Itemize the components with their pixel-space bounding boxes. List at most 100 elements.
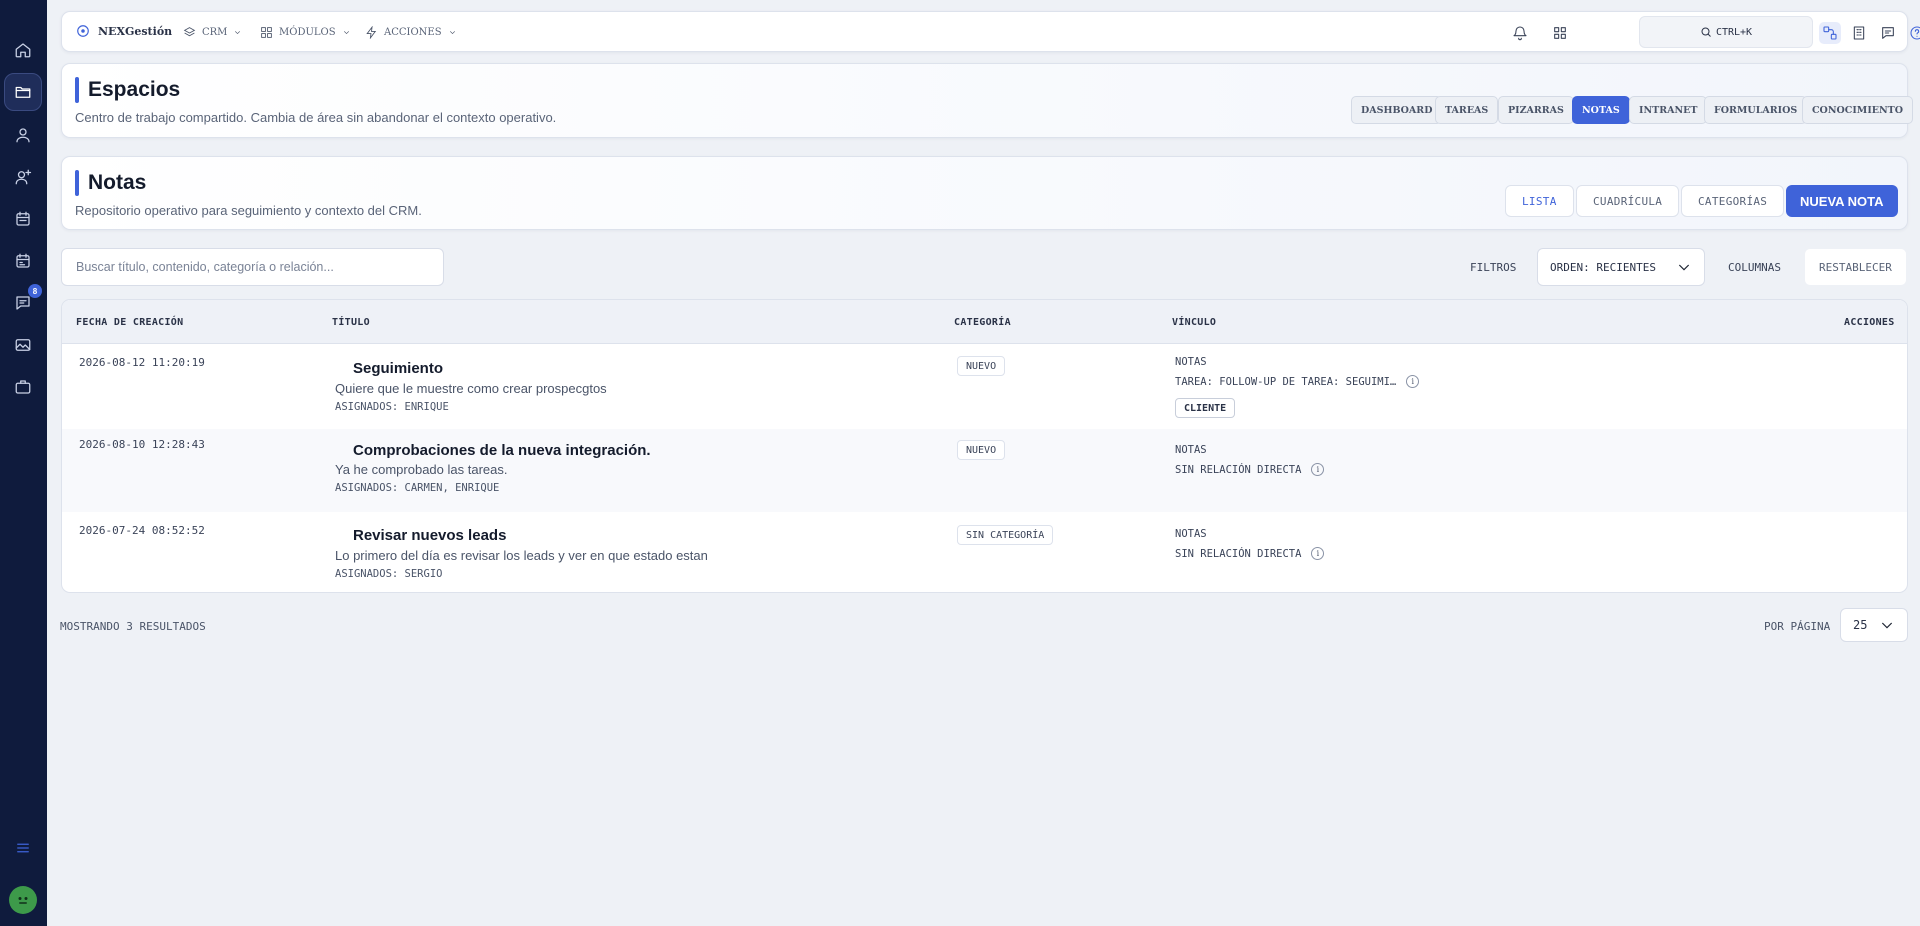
chevron-down-icon [449, 31, 455, 35]
chevron-down-icon [1881, 622, 1893, 629]
row-title[interactable]: Seguimiento [353, 360, 443, 377]
chevron-down-icon [235, 31, 241, 35]
apps-grid-icon[interactable] [1549, 22, 1571, 44]
row-content: Lo primero del día es revisar los leads … [335, 548, 708, 563]
row-date: 2026-08-10 12:28:43 [79, 438, 205, 451]
workspace-subtitle: Centro de trabajo compartido. Cambia de … [75, 110, 557, 125]
layers-icon [183, 27, 196, 37]
new-note-button[interactable]: NUEVA NOTA [1786, 185, 1898, 217]
order-select[interactable]: ORDEN: RECIENTES [1537, 248, 1705, 286]
global-search-button[interactable]: CTRL+K [1639, 16, 1813, 48]
user-icon[interactable] [11, 123, 35, 147]
per-page-select[interactable]: 25 [1840, 608, 1908, 642]
link-detail: TAREA: FOLLOW-UP DE TAREA: SEGUIMI… i [1175, 375, 1420, 388]
chevron-down-icon [1678, 264, 1690, 271]
link-detail: SIN RELACIÓN DIRECTA i [1175, 547, 1325, 560]
category-badge: NUEVO [957, 440, 1006, 460]
link-type: NOTAS [1175, 444, 1207, 456]
tab-tareas[interactable]: TAREAS [1435, 96, 1499, 124]
tab-conocimiento[interactable]: CONOCIMIENTO [1802, 96, 1914, 124]
menu-icon[interactable] [11, 836, 35, 860]
nav-modulos[interactable]: MÓDULOS [260, 26, 351, 39]
table-row[interactable]: 2026-08-12 11:20:19 Seguimiento Quiere q… [62, 345, 1907, 429]
columns-button[interactable]: COLUMNAS [1713, 248, 1796, 286]
chevron-down-icon [343, 31, 349, 35]
row-assigned: ASIGNADOS: CARMEN, ENRIQUE [335, 482, 500, 494]
chat-badge: 8 [28, 284, 42, 298]
sidebar: 8 [0, 0, 47, 926]
tab-dashboard[interactable]: DASHBOARD [1351, 96, 1443, 124]
message-icon[interactable] [1877, 22, 1899, 44]
avatar[interactable] [9, 886, 37, 914]
nav-acciones[interactable]: ACCIONES [365, 26, 457, 39]
nav-modulos-label: MÓDULOS [279, 27, 336, 38]
header-date[interactable]: FECHA DE CREACIÓN [76, 317, 183, 328]
results-count: MOSTRANDO 3 RESULTADOS [60, 620, 206, 633]
row-date: 2026-07-24 08:52:52 [79, 524, 205, 537]
row-content: Quiere que le muestre como crear prospec… [335, 381, 607, 396]
calendar-icon[interactable] [11, 207, 35, 231]
row-title[interactable]: Revisar nuevos leads [353, 527, 506, 544]
link-type: NOTAS [1175, 528, 1207, 540]
table-row[interactable]: 2026-07-24 08:52:52 Revisar nuevos leads… [62, 512, 1907, 592]
header-category[interactable]: CATEGORÍA [954, 317, 1011, 328]
link-detail-label: SIN RELACIÓN DIRECTA [1175, 547, 1302, 560]
header-actions: ACCIONES [1844, 317, 1895, 328]
view-lista-button[interactable]: LISTA [1505, 185, 1574, 217]
notes-search-input[interactable] [61, 248, 444, 286]
home-icon[interactable] [11, 38, 35, 62]
info-icon[interactable]: i [1311, 547, 1325, 560]
tab-intranet[interactable]: INTRANET [1629, 96, 1708, 124]
calendar-alt-icon[interactable] [11, 249, 35, 273]
avatar-face-icon [18, 897, 28, 904]
search-icon [1701, 27, 1711, 37]
notes-subtitle: Repositorio operativo para seguimiento y… [75, 203, 422, 218]
topbar: NEXGestión CRM MÓDULOS ACCIONES CTRL+K [61, 11, 1920, 52]
accent-bar [75, 170, 79, 196]
per-page-label: POR PÁGINA [1764, 620, 1831, 633]
tab-pizarras[interactable]: PIZARRAS [1498, 96, 1574, 124]
notes-panel: Notas Repositorio operativo para seguimi… [61, 156, 1908, 230]
briefcase-icon[interactable] [11, 375, 35, 399]
modules-icon [261, 27, 272, 38]
bolt-icon [366, 26, 377, 39]
nav-crm-label: CRM [202, 27, 228, 38]
link-type-label: NOTAS [1175, 528, 1207, 540]
bell-icon[interactable] [1509, 22, 1531, 44]
link-type: NOTAS [1175, 356, 1207, 368]
workspace-panel: Espacios Centro de trabajo compartido. C… [61, 63, 1914, 138]
search-shortcut: CTRL+K [1715, 26, 1753, 38]
notes-title: Notas [88, 171, 147, 194]
row-assigned: ASIGNADOS: SERGIO [335, 568, 443, 580]
link-detail-label: SIN RELACIÓN DIRECTA [1175, 463, 1302, 476]
nav-crm[interactable]: CRM [183, 26, 242, 39]
header-link[interactable]: VÍNCULO [1172, 317, 1216, 328]
tab-notas[interactable]: NOTAS [1572, 96, 1630, 124]
folder-icon[interactable] [11, 80, 35, 104]
row-assigned: ASIGNADOS: ENRIQUE [335, 401, 449, 413]
info-icon[interactable]: i [1406, 375, 1420, 388]
link-detail-label[interactable]: TAREA: FOLLOW-UP DE TAREA: SEGUIMI… [1175, 376, 1396, 388]
header-title[interactable]: TÍTULO [332, 317, 370, 328]
client-badge[interactable]: CLIENTE [1175, 398, 1236, 418]
reset-button[interactable]: RESTABLECER [1804, 248, 1907, 286]
user-plus-icon[interactable] [11, 165, 35, 189]
workflow-icon[interactable] [1819, 22, 1841, 44]
tab-formularios[interactable]: FORMULARIOS [1704, 96, 1808, 124]
row-date: 2026-08-12 11:20:19 [79, 356, 205, 369]
accent-bar [75, 77, 79, 103]
info-icon[interactable]: i [1311, 463, 1325, 476]
image-icon[interactable] [11, 333, 35, 357]
table-row[interactable]: 2026-08-10 12:28:43 Comprobaciones de la… [62, 429, 1907, 512]
building-icon[interactable] [1848, 22, 1870, 44]
filters-button[interactable]: FILTROS [1455, 248, 1532, 286]
category-badge: SIN CATEGORÍA [957, 525, 1054, 545]
notes-table: FECHA DE CREACIÓN TÍTULO CATEGORÍA VÍNCU… [61, 299, 1908, 593]
help-icon[interactable] [1906, 22, 1920, 44]
brand-logo-icon [77, 25, 89, 37]
row-title[interactable]: Comprobaciones de la nueva integración. [353, 442, 651, 459]
view-categorias-button[interactable]: CATEGORÍAS [1681, 185, 1785, 217]
brand[interactable]: NEXGestión [76, 24, 172, 38]
nav-acciones-label: ACCIONES [384, 27, 442, 38]
view-cuadricula-button[interactable]: CUADRÍCULA [1576, 185, 1680, 217]
